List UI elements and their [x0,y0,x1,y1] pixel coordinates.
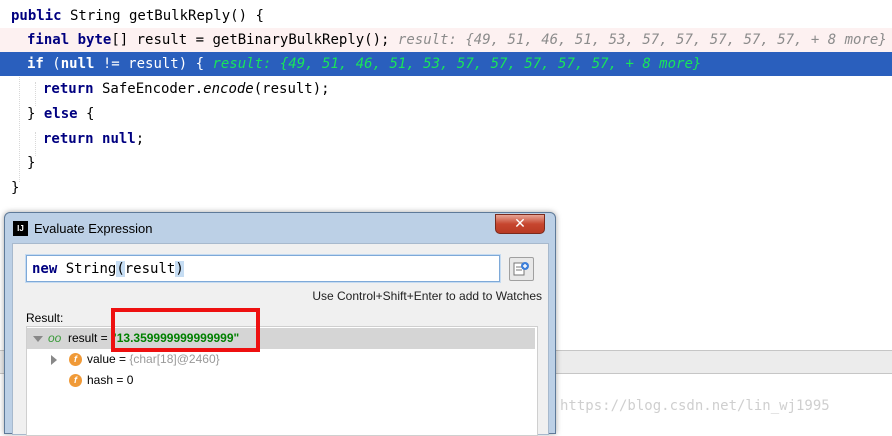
expand-arrow-icon[interactable] [51,355,57,365]
watch-result-icon: oo [48,331,62,345]
field-icon: f [69,374,82,387]
watermark: https://blog.csdn.net/lin_wj1995 [560,398,830,414]
evaluate-expression-dialog: IJ Evaluate Expression ✕ new String(resu… [4,212,556,436]
add-to-watches-button[interactable] [509,257,534,281]
expr-bracket: ( [116,261,125,277]
code-keyword: return [43,131,94,147]
expr-bracket: ) [175,261,184,277]
code-keyword: return [43,81,94,97]
code-keyword: null [60,56,95,72]
code-text: String getBulkReply() { [61,8,264,24]
dialog-title: Evaluate Expression [34,221,153,236]
code-line-6[interactable]: return null; [0,127,892,151]
field-icon: f [69,353,82,366]
expr-keyword: new [32,261,58,277]
inline-debug-value: result: {49, 51, 46, 51, 53, 57, 57, 57,… [397,32,887,48]
watches-hint: Use Control+Shift+Enter to add to Watche… [312,289,542,303]
result-label: Result: [26,311,64,325]
code-text: } [27,155,36,171]
collapse-arrow-icon[interactable] [33,336,43,342]
code-method: encode [203,81,254,97]
close-button[interactable]: ✕ [495,214,545,234]
tree-row-hash[interactable]: f hash = 0 [27,370,535,391]
code-text: } [11,180,20,196]
code-text: } [27,106,44,122]
code-line-8[interactable]: } [0,176,892,200]
tree-node-label: hash = 0 [87,373,134,387]
dialog-titlebar[interactable]: IJ Evaluate Expression ✕ [5,213,555,243]
expr-text: result [124,261,176,277]
intellij-app-icon: IJ [13,221,28,236]
code-line-3-execution-point[interactable]: if (null != result) { result: {49, 51, 4… [0,52,892,76]
code-keyword: byte [77,32,112,48]
code-keyword: if [27,56,44,72]
expr-text: String [57,261,117,277]
code-line-1[interactable]: public String getBulkReply() { [0,4,892,28]
tree-row-root[interactable]: oo result = "13.359999999999999" [27,328,535,349]
close-icon: ✕ [514,215,526,231]
tree-row-value[interactable]: f value = {char[18]@2460} [27,349,535,370]
code-text: ( [43,56,61,72]
code-keyword: final [27,32,70,48]
code-text: SafeEncoder. [93,81,204,97]
tree-node-label: value = {char[18]@2460} [87,352,220,366]
code-keyword: else [43,106,78,122]
watch-add-icon [513,262,529,276]
code-text: != result) { [94,56,205,72]
code-line-2[interactable]: final byte[] result = getBinaryBulkReply… [0,28,892,52]
highlight-annotation-box [111,308,260,352]
code-line-7[interactable]: } [0,151,892,175]
code-line-5[interactable]: } else { [0,102,892,126]
code-text: (result); [253,81,330,97]
code-text: { [77,106,95,122]
result-tree[interactable]: oo result = "13.359999999999999" f value… [26,326,538,436]
expression-input[interactable]: new String(result) [26,255,500,282]
dialog-body: new String(result) Use Control+Shift+Ent… [12,243,549,436]
code-keyword: public [11,8,62,24]
code-keyword: null [102,131,136,147]
code-text: [] result = getBinaryBulkReply(); [111,32,390,48]
inline-debug-value: result: {49, 51, 46, 51, 53, 57, 57, 57,… [212,56,702,72]
code-text: ; [135,131,145,147]
code-line-4[interactable]: return SafeEncoder.encode(result); [0,77,892,101]
